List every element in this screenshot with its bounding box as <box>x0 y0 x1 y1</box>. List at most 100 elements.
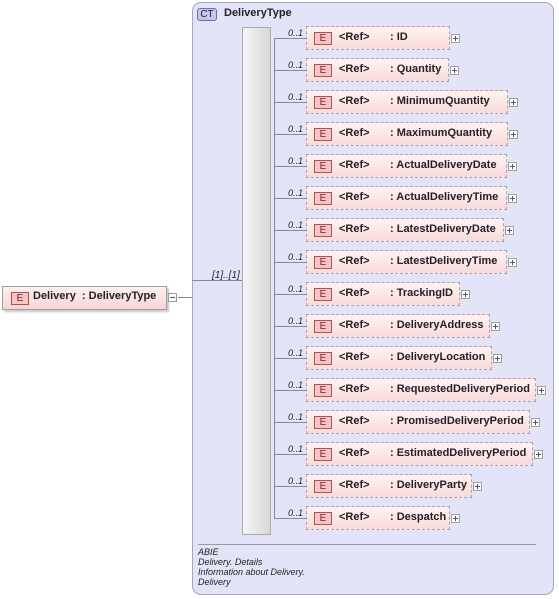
child-element[interactable]: E <Ref> : PromisedDeliveryPeriod <box>306 410 530 434</box>
child-element[interactable]: E <Ref> : MaximumQuantity <box>306 122 508 146</box>
annotation-line: Delivery <box>198 577 231 587</box>
child-name-label: : ActualDeliveryTime <box>390 191 499 203</box>
child-ref-label: <Ref> <box>339 95 370 107</box>
child-element[interactable]: E <Ref> : ID <box>306 26 450 50</box>
child-name-label: : ActualDeliveryDate <box>390 159 497 171</box>
child-ref-label: <Ref> <box>339 447 370 459</box>
child-name-label: : DeliveryParty <box>390 479 468 491</box>
sequence-compositor[interactable] <box>242 27 271 535</box>
child-element[interactable]: E <Ref> : RequestedDeliveryPeriod <box>306 378 536 402</box>
child-name-label: : EstimatedDeliveryPeriod <box>390 447 527 459</box>
collapse-toggle-icon[interactable] <box>168 293 177 302</box>
child-occurrence: 0..1 <box>288 124 304 134</box>
child-name-label: : LatestDeliveryDate <box>390 223 496 235</box>
expand-toggle-icon[interactable] <box>461 290 470 299</box>
child-ref-label: <Ref> <box>339 159 370 171</box>
child-element[interactable]: E <Ref> : DeliveryParty <box>306 474 472 498</box>
child-element[interactable]: E <Ref> : DeliveryAddress <box>306 314 490 338</box>
child-occurrence: 0..1 <box>288 220 304 230</box>
child-ref-label: <Ref> <box>339 415 370 427</box>
element-badge: E <box>314 416 332 429</box>
child-ref-label: <Ref> <box>339 319 370 331</box>
child-element[interactable]: E <Ref> : ActualDeliveryDate <box>306 154 507 178</box>
element-badge: E <box>314 448 332 461</box>
element-badge: E <box>314 128 332 141</box>
child-occurrence: 0..1 <box>288 92 304 102</box>
child-occurrence: 0..1 <box>288 316 304 326</box>
child-ref-label: <Ref> <box>339 191 370 203</box>
child-occurrence: 0..1 <box>288 412 304 422</box>
element-badge: E <box>314 512 332 525</box>
child-element[interactable]: E <Ref> : EstimatedDeliveryPeriod <box>306 442 533 466</box>
child-occurrence: 0..1 <box>288 284 304 294</box>
child-ref-label: <Ref> <box>339 479 370 491</box>
child-name-label: : Quantity <box>390 63 442 75</box>
child-occurrence: 0..1 <box>288 508 304 518</box>
child-occurrence: 0..1 <box>288 252 304 262</box>
child-ref-label: <Ref> <box>339 31 370 43</box>
child-name-label: : MaximumQuantity <box>390 127 493 139</box>
child-occurrence: 0..1 <box>288 444 304 454</box>
expand-toggle-icon[interactable] <box>451 34 460 43</box>
expand-toggle-icon[interactable] <box>491 322 500 331</box>
child-name-label: : RequestedDeliveryPeriod <box>390 383 530 395</box>
expand-toggle-icon[interactable] <box>473 482 482 491</box>
element-badge: E <box>314 320 332 333</box>
expand-toggle-icon[interactable] <box>537 386 546 395</box>
child-element[interactable]: E <Ref>: LatestDeliveryTime <box>306 250 507 274</box>
annotation: ABIE Delivery. Details Information about… <box>198 547 305 587</box>
element-badge: E <box>314 256 332 269</box>
child-element[interactable]: E <Ref> : ActualDeliveryTime <box>306 186 507 210</box>
child-ref-label: <Ref> <box>339 511 370 523</box>
child-ref-label: <Ref> <box>339 127 370 139</box>
element-badge: E <box>314 224 332 237</box>
expand-toggle-icon[interactable] <box>451 514 460 523</box>
element-badge: E <box>314 384 332 397</box>
child-name-label: : DeliveryAddress <box>390 319 484 331</box>
expand-toggle-icon[interactable] <box>508 194 517 203</box>
element-badge: E <box>314 288 332 301</box>
expand-toggle-icon[interactable] <box>509 130 518 139</box>
child-occurrence: 0..1 <box>288 348 304 358</box>
annotation-line: Delivery. Details <box>198 557 263 567</box>
child-element[interactable]: E <Ref>: DeliveryLocation <box>306 346 492 370</box>
expand-toggle-icon[interactable] <box>505 226 514 235</box>
annotation-divider <box>198 544 536 545</box>
child-ref-label: <Ref> <box>339 383 370 395</box>
child-element[interactable]: E <Ref>: Quantity <box>306 58 449 82</box>
element-badge: E <box>314 64 332 77</box>
child-element[interactable]: E <Ref>: Despatch <box>306 506 450 530</box>
expand-toggle-icon[interactable] <box>509 98 518 107</box>
child-name-label: : ID <box>390 31 408 43</box>
child-element[interactable]: E <Ref> : MinimumQuantity <box>306 90 508 114</box>
expand-toggle-icon[interactable] <box>508 162 517 171</box>
child-occurrence: 0..1 <box>288 28 304 38</box>
child-occurrence: 0..1 <box>288 60 304 70</box>
child-name-label: : TrackingID <box>390 287 453 299</box>
expand-toggle-icon[interactable] <box>508 258 517 267</box>
element-badge: E <box>314 480 332 493</box>
child-element[interactable]: E <Ref> : LatestDeliveryDate <box>306 218 504 242</box>
annotation-line: Information about Delivery. <box>198 567 305 577</box>
child-ref-label: <Ref> <box>339 351 370 363</box>
child-occurrence: 0..1 <box>288 476 304 486</box>
child-occurrence: 0..1 <box>288 156 304 166</box>
annotation-line: ABIE <box>198 547 219 557</box>
child-occurrence: 0..1 <box>288 188 304 198</box>
root-element-label: Delivery : DeliveryType <box>33 290 157 302</box>
element-badge: E <box>314 352 332 365</box>
child-occurrence: 0..1 <box>288 380 304 390</box>
element-badge: E <box>314 96 332 109</box>
child-ref-label: <Ref> <box>339 223 370 235</box>
expand-toggle-icon[interactable] <box>450 66 459 75</box>
child-element[interactable]: E <Ref>: TrackingID <box>306 282 460 306</box>
element-badge: E <box>314 192 332 205</box>
child-name-label: : PromisedDeliveryPeriod <box>390 415 524 427</box>
expand-toggle-icon[interactable] <box>531 418 540 427</box>
element-badge: E <box>11 292 29 305</box>
element-badge: E <box>314 32 332 45</box>
expand-toggle-icon[interactable] <box>493 354 502 363</box>
element-badge: E <box>314 160 332 173</box>
expand-toggle-icon[interactable] <box>534 450 543 459</box>
child-name-label: : MinimumQuantity <box>390 95 490 107</box>
